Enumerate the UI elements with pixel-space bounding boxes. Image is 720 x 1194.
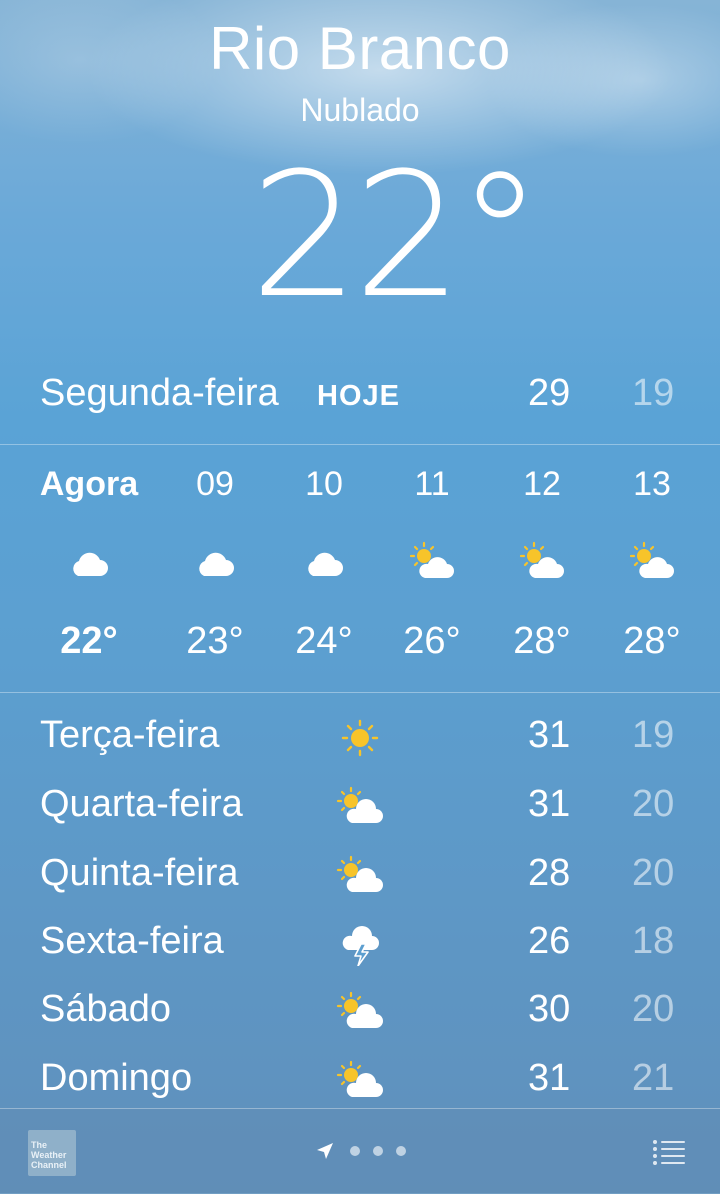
day-name: Domingo	[40, 1057, 193, 1099]
page-dot	[373, 1146, 383, 1156]
page-dot	[396, 1146, 406, 1156]
partly-sunny-icon	[332, 990, 388, 1034]
day-low: 20	[632, 783, 675, 825]
hour-label: 11	[414, 465, 450, 503]
hour-label: 13	[633, 465, 671, 503]
daily-row: Quarta-feira 31 20	[0, 783, 720, 843]
today-tag: HOJE	[317, 380, 400, 412]
today-day-name: Segunda-feira	[40, 372, 279, 414]
cloud-icon	[269, 538, 379, 582]
hour-temp: 22°	[60, 620, 118, 662]
hour-label: 12	[523, 465, 561, 503]
partly-sunny-icon	[597, 538, 707, 582]
day-name: Sexta-feira	[40, 920, 224, 962]
logo-text-line: Channel	[31, 1160, 67, 1170]
daily-row: Sábado 30 20	[0, 988, 720, 1048]
day-high: 28	[528, 852, 571, 894]
day-high: 31	[528, 783, 571, 825]
day-high: 26	[528, 920, 571, 962]
partly-sunny-icon	[332, 1059, 388, 1103]
partly-sunny-icon	[332, 785, 388, 829]
hour-label: Agora	[39, 465, 139, 503]
current-condition: Nublado	[300, 92, 420, 128]
day-low: 21	[632, 1057, 675, 1099]
day-low: 18	[632, 920, 675, 962]
page-dot	[350, 1146, 360, 1156]
sun-icon	[332, 716, 388, 760]
today-high: 29	[528, 372, 571, 414]
daily-row: Sexta-feira 26 18	[0, 920, 720, 980]
day-high: 31	[528, 1057, 571, 1099]
partly-sunny-icon	[377, 538, 487, 582]
hour-temp: 26°	[403, 620, 461, 662]
day-low: 19	[632, 714, 675, 756]
hour-temp: 23°	[186, 620, 244, 662]
list-icon[interactable]	[652, 1138, 686, 1166]
weather-channel-logo[interactable]: The Weather Channel	[28, 1130, 76, 1176]
cloud-icon	[160, 538, 270, 582]
current-temperature: 22°	[250, 135, 543, 336]
daily-row: Terça-feira 31 19	[0, 714, 720, 774]
hour-label: 10	[305, 465, 343, 503]
logo-text-line: Weather	[31, 1150, 67, 1160]
city-name: Rio Branco	[209, 15, 511, 82]
day-name: Sábado	[40, 988, 172, 1030]
day-name: Terça-feira	[40, 714, 220, 756]
partly-sunny-icon	[487, 538, 597, 582]
partly-sunny-icon	[332, 854, 388, 898]
hour-temp: 28°	[623, 620, 681, 662]
hour-temp: 28°	[513, 620, 571, 662]
day-low: 20	[632, 852, 675, 894]
day-low: 20	[632, 988, 675, 1030]
day-high: 30	[528, 988, 571, 1030]
today-low: 19	[632, 372, 675, 414]
daily-row: Quinta-feira 28 20	[0, 852, 720, 912]
divider-top	[0, 444, 720, 445]
divider-bottom	[0, 692, 720, 693]
hour-label: 09	[196, 465, 234, 503]
page-indicator[interactable]	[314, 1138, 414, 1164]
hour-temp: 24°	[295, 620, 353, 662]
day-name: Quinta-feira	[40, 852, 239, 894]
cloud-icon	[34, 538, 144, 582]
logo-text-line: The	[31, 1140, 48, 1150]
thunderstorm-icon	[332, 922, 388, 967]
day-name: Quarta-feira	[40, 783, 243, 825]
location-arrow-icon	[317, 1143, 333, 1159]
day-high: 31	[528, 714, 571, 756]
